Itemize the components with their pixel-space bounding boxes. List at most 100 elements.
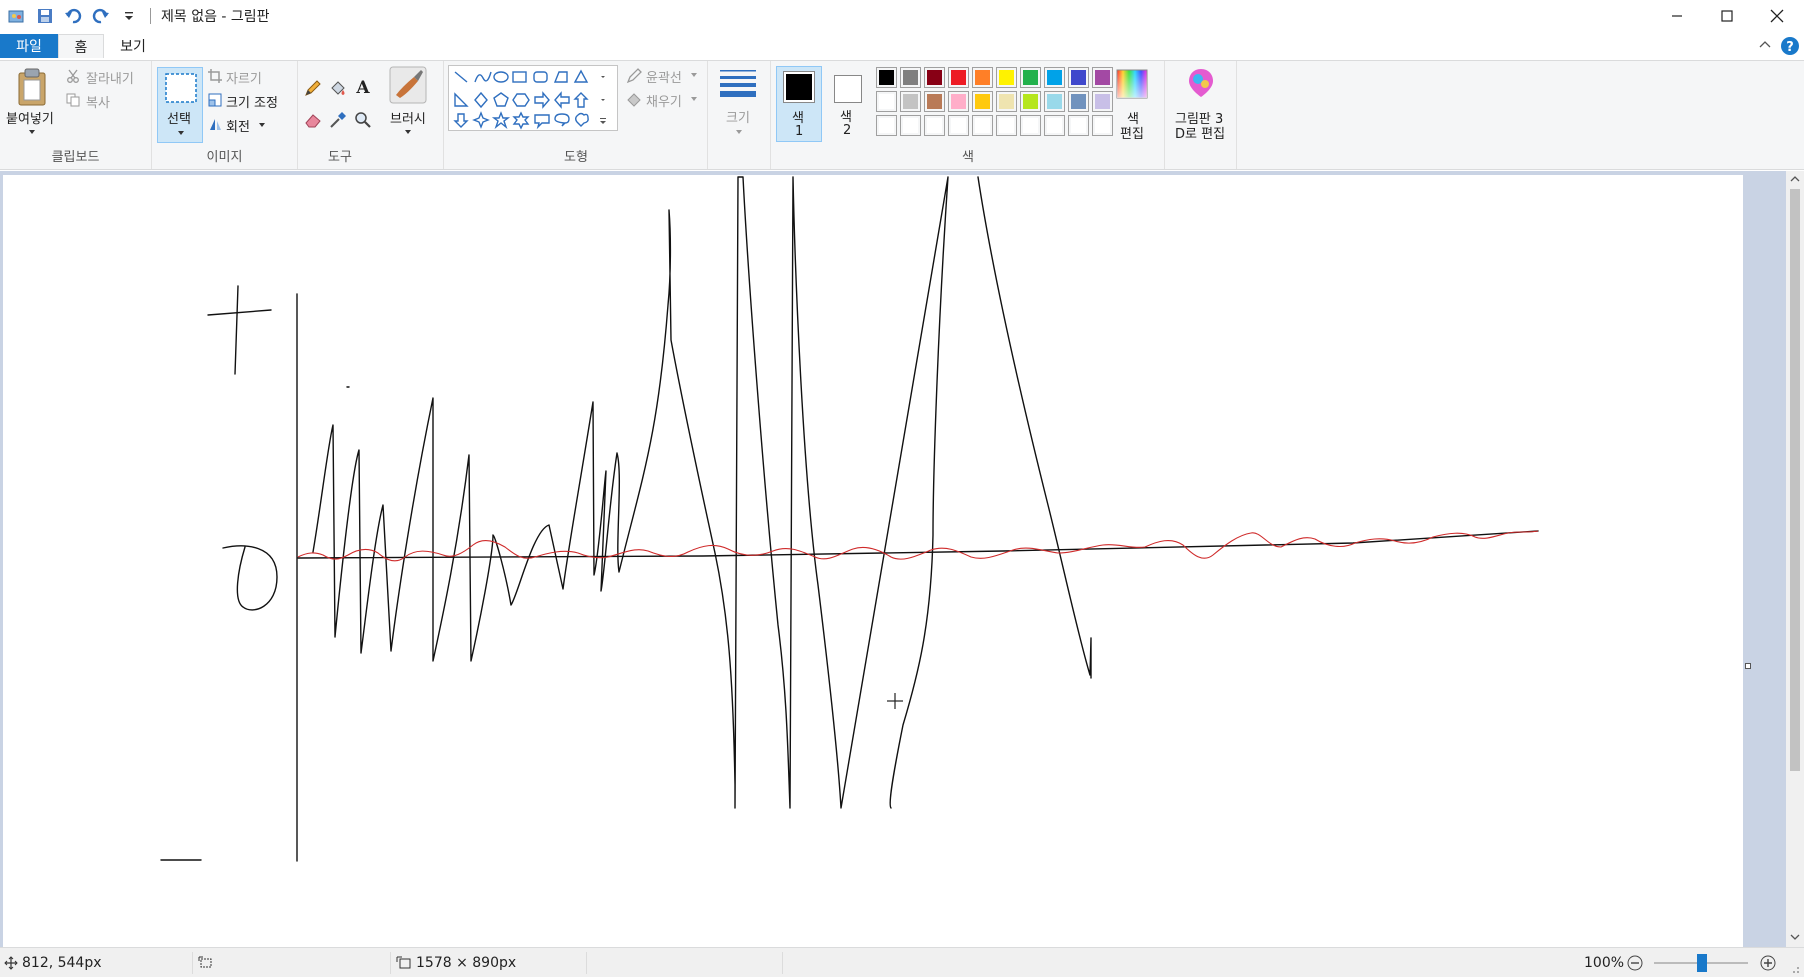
palette-color-swatch[interactable]: [1044, 67, 1065, 88]
palette-empty-swatch[interactable]: [924, 115, 945, 136]
redo-icon[interactable]: [90, 5, 112, 27]
scrollbar-thumb[interactable]: [1790, 189, 1800, 771]
save-icon[interactable]: [34, 5, 56, 27]
palette-swatch-fill: [951, 94, 966, 109]
tab-home[interactable]: 홈: [58, 34, 104, 58]
resize-button[interactable]: 크기 조정: [226, 92, 278, 111]
size-dropdown-icon[interactable]: [735, 129, 743, 135]
select-label: 선택: [167, 112, 191, 127]
palette-color-swatch[interactable]: [1092, 67, 1113, 88]
magnifier-icon[interactable]: [354, 111, 372, 129]
zoom-slider-thumb[interactable]: [1697, 954, 1707, 972]
palette-swatch-fill: [1047, 118, 1062, 133]
color-picker-icon[interactable]: [329, 111, 347, 129]
palette-color-swatch[interactable]: [1068, 91, 1089, 112]
minimize-button[interactable]: [1652, 0, 1702, 32]
rotate-dropdown-icon[interactable]: [258, 122, 266, 128]
pencil-icon[interactable]: [304, 79, 322, 97]
undo-icon[interactable]: [62, 5, 84, 27]
palette-empty-swatch[interactable]: [876, 115, 897, 136]
drawing-canvas[interactable]: [3, 175, 1743, 947]
outline-button[interactable]: 윤곽선: [646, 67, 682, 86]
palette-empty-swatch[interactable]: [1044, 115, 1065, 136]
palette-color-swatch[interactable]: [996, 67, 1017, 88]
palette-empty-swatch[interactable]: [972, 115, 993, 136]
brush-dropdown-icon[interactable]: [404, 129, 412, 135]
fill-button[interactable]: 채우기: [646, 91, 682, 110]
paint-app-icon[interactable]: [6, 5, 28, 27]
palette-color-swatch[interactable]: [996, 91, 1017, 112]
tab-view[interactable]: 보기: [110, 34, 156, 58]
canvas-resize-handle[interactable]: [1745, 663, 1751, 669]
cut-button[interactable]: 잘라내기: [86, 68, 134, 87]
palette-swatch-fill: [975, 94, 990, 109]
zoom-in-icon[interactable]: [1760, 955, 1776, 971]
palette-empty-swatch[interactable]: [948, 115, 969, 136]
palette-empty-swatch[interactable]: [1068, 115, 1089, 136]
rotate-button[interactable]: 회전: [226, 116, 250, 135]
palette-color-swatch[interactable]: [900, 67, 921, 88]
paint3d-button[interactable]: [1185, 67, 1217, 103]
fill-bucket-icon[interactable]: [329, 79, 347, 97]
palette-color-swatch[interactable]: [900, 91, 921, 112]
outline-dropdown-icon[interactable]: [690, 72, 698, 78]
palette-color-swatch[interactable]: [876, 67, 897, 88]
tools-group: A 브러시 도구: [298, 61, 444, 169]
palette-empty-swatch[interactable]: [1020, 115, 1041, 136]
palette-color-swatch[interactable]: [972, 67, 993, 88]
help-icon[interactable]: ?: [1780, 36, 1800, 60]
palette-empty-swatch[interactable]: [1092, 115, 1113, 136]
title-separator: [150, 8, 151, 24]
palette-color-swatch[interactable]: [972, 91, 993, 112]
crosshair-cursor-icon: [887, 693, 903, 709]
select-button[interactable]: 선택: [157, 67, 203, 143]
resize-grip-icon[interactable]: [1788, 962, 1800, 974]
palette-swatch-fill: [903, 118, 918, 133]
select-dropdown-icon[interactable]: [177, 130, 185, 136]
palette-empty-swatch[interactable]: [900, 115, 921, 136]
edit-colors-button[interactable]: [1116, 69, 1148, 103]
color1-button[interactable]: 색 1: [776, 66, 822, 142]
maximize-button[interactable]: [1702, 0, 1752, 32]
palette-color-swatch[interactable]: [1044, 91, 1065, 112]
palette-color-swatch[interactable]: [876, 91, 897, 112]
palette-swatch-fill: [1023, 94, 1038, 109]
shape-rect-callout-icon: [534, 114, 550, 130]
color2-button[interactable]: 색 2: [825, 66, 871, 142]
shape-right-triangle-icon: [454, 92, 469, 107]
shapes-group: 윤곽선 채우기 도형: [444, 61, 708, 169]
palette-empty-swatch[interactable]: [996, 115, 1017, 136]
scroll-up-icon[interactable]: [1790, 175, 1800, 183]
cursor-position-icon: [4, 956, 18, 970]
zoom-out-icon[interactable]: [1627, 955, 1643, 971]
palette-swatch-fill: [1095, 94, 1110, 109]
fill-dropdown-icon[interactable]: [690, 96, 698, 102]
palette-color-swatch[interactable]: [1020, 67, 1041, 88]
customize-quick-access-icon[interactable]: [118, 5, 140, 27]
palette-color-swatch[interactable]: [924, 91, 945, 112]
palette-color-swatch[interactable]: [1068, 67, 1089, 88]
crop-button[interactable]: 자르기: [226, 68, 262, 87]
size-button[interactable]: [718, 67, 758, 103]
brush-button[interactable]: [388, 65, 428, 109]
fill-icon: [627, 93, 641, 107]
palette-color-swatch[interactable]: [1020, 91, 1041, 112]
palette-color-swatch[interactable]: [948, 91, 969, 112]
close-button[interactable]: [1752, 0, 1802, 32]
scroll-down-icon[interactable]: [1790, 933, 1800, 941]
tab-file[interactable]: 파일: [0, 34, 58, 58]
vertical-scrollbar[interactable]: [1786, 171, 1804, 947]
palette-color-swatch[interactable]: [924, 67, 945, 88]
copy-button[interactable]: 복사: [86, 92, 110, 111]
minimize-ribbon-icon[interactable]: [1758, 38, 1772, 54]
palette-color-swatch[interactable]: [1092, 91, 1113, 112]
paste-dropdown-icon[interactable]: [28, 129, 36, 135]
palette-color-swatch[interactable]: [948, 67, 969, 88]
paste-button[interactable]: [16, 67, 48, 111]
ribbon: 붙여넣기 잘라내기 복사 클립보드 선택 자르기 크기 조정 회전 이미지 A: [0, 60, 1804, 170]
eraser-icon[interactable]: [304, 111, 322, 129]
shapes-gallery[interactable]: [448, 65, 618, 131]
text-tool-icon[interactable]: A: [354, 77, 372, 97]
shape-left-arrow-icon: [554, 91, 570, 109]
rotate-icon: [210, 119, 221, 130]
